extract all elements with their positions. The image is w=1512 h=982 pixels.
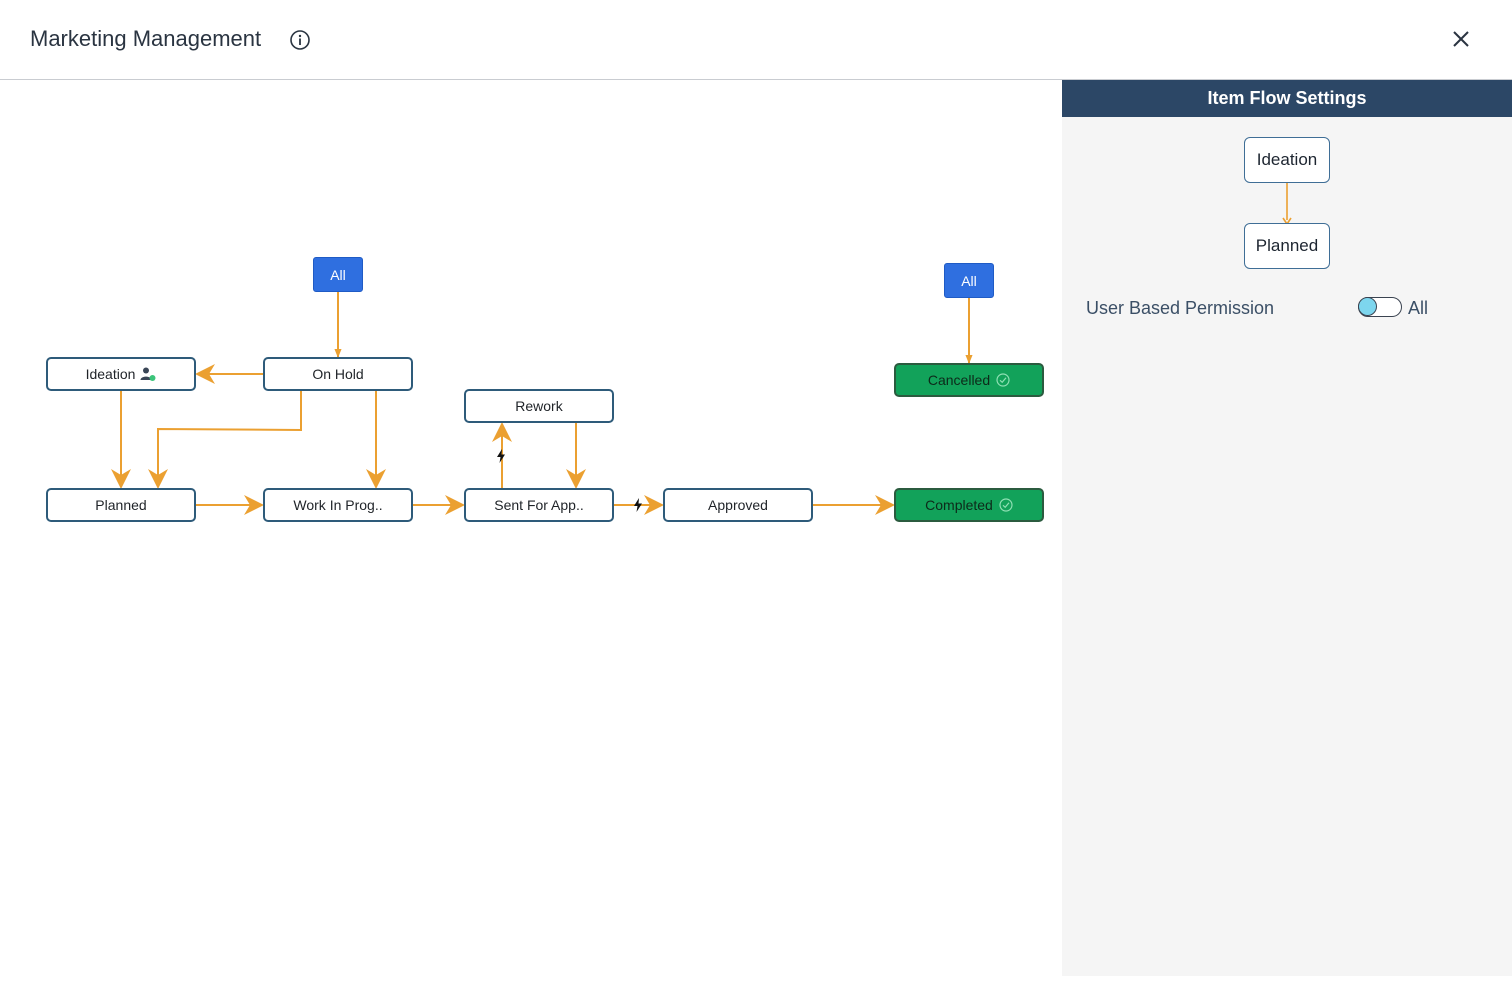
node-approved[interactable]: Approved: [663, 488, 813, 522]
dialog-header: Marketing Management: [0, 0, 1512, 80]
panel-from-state: Ideation: [1244, 137, 1330, 183]
node-label: Completed: [925, 497, 993, 513]
item-flow-settings-panel: Item Flow Settings Ideation Planned User…: [1062, 80, 1512, 976]
node-label: Cancelled: [927, 372, 991, 388]
panel-title: Item Flow Settings: [1062, 80, 1512, 117]
node-on-hold[interactable]: On Hold: [263, 357, 413, 391]
toggle-label: All: [1408, 298, 1429, 318]
toggle-knob: [1358, 297, 1377, 316]
check-circle-icon: [996, 373, 1010, 387]
lightning-icon[interactable]: [633, 498, 643, 512]
node-label: Work In Prog..: [293, 497, 383, 513]
flow-canvas[interactable]: All All Ideation On Hold Rework Cancelle…: [0, 80, 1062, 982]
page-title: Marketing Management: [30, 26, 262, 51]
node-label: Rework: [515, 398, 563, 414]
node-planned[interactable]: Planned: [46, 488, 196, 522]
node-label: Planned: [95, 497, 147, 513]
panel-to-state: Planned: [1244, 223, 1330, 269]
lightning-icon[interactable]: [496, 449, 506, 463]
all-button-cancelled[interactable]: All: [944, 263, 994, 298]
user-permission-label: User Based Permission: [1086, 298, 1275, 318]
info-icon[interactable]: [289, 29, 311, 51]
user-permission-icon: [140, 367, 156, 381]
node-label: Approved: [708, 497, 768, 513]
node-completed[interactable]: Completed: [894, 488, 1044, 522]
user-permission-toggle[interactable]: [1358, 297, 1402, 317]
node-label: Ideation: [85, 366, 136, 382]
node-label: Sent For App..: [494, 497, 584, 513]
all-button-onhold[interactable]: All: [313, 257, 363, 292]
node-rework[interactable]: Rework: [464, 389, 614, 423]
flow-connectors: [111, 292, 973, 515]
transition-arrow: [1282, 183, 1292, 226]
check-circle-icon: [999, 498, 1013, 512]
close-icon[interactable]: [1446, 24, 1476, 54]
node-ideation[interactable]: Ideation: [46, 357, 196, 391]
node-label: On Hold: [312, 366, 364, 382]
node-work-in-progress[interactable]: Work In Prog..: [263, 488, 413, 522]
edge-onhold-to-planned: [148, 391, 302, 489]
node-sent-for-approval[interactable]: Sent For App..: [464, 488, 614, 522]
node-cancelled[interactable]: Cancelled: [894, 363, 1044, 397]
